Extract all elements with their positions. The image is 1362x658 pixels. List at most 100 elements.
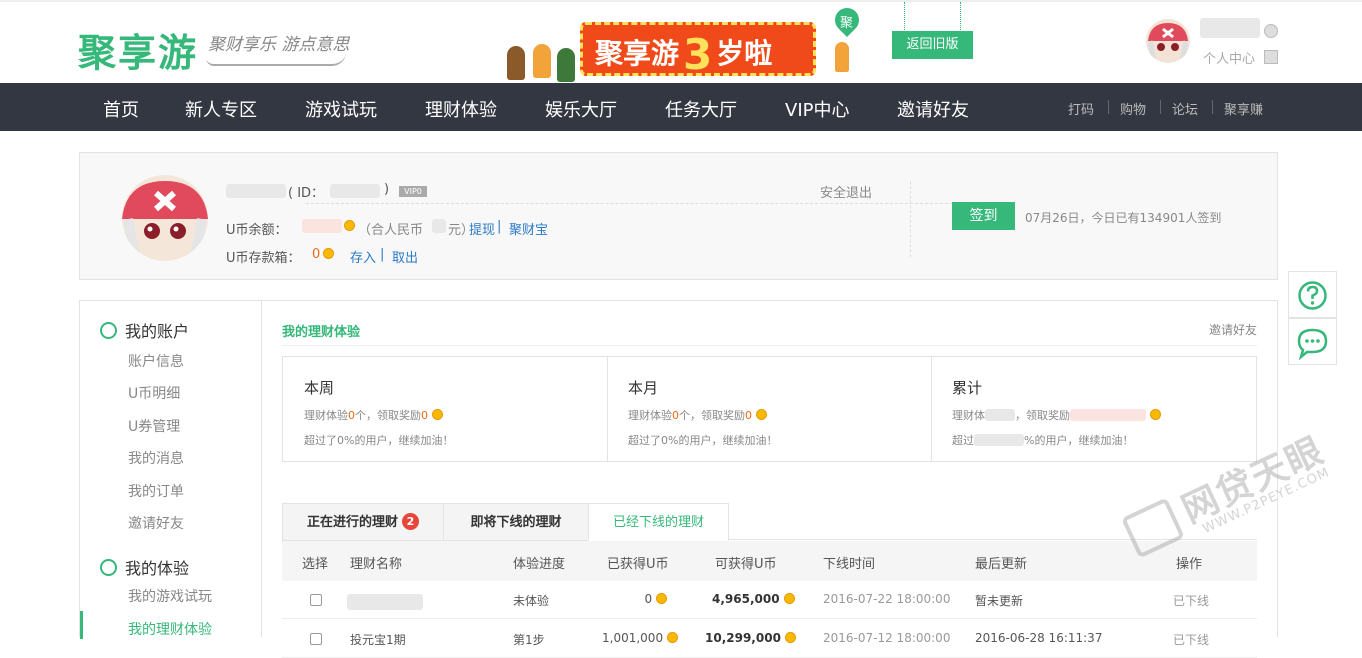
take-out-link[interactable]: 取出 bbox=[392, 247, 418, 266]
tab-ongoing[interactable]: 正在进行的理财 2 bbox=[282, 503, 444, 541]
banner-pin-label: 聚 bbox=[840, 16, 854, 31]
sidebar-item-finance-exp[interactable]: 我的理财体验 bbox=[128, 619, 212, 639]
balance-coin bbox=[344, 219, 355, 234]
stats-panel: 本周 理财体验0个，领取奖励0 超过了0%的用户，继续加油！ 本月 理财体验0个… bbox=[282, 356, 1257, 462]
ucoin-icon bbox=[323, 248, 334, 259]
nickname-masked bbox=[226, 184, 286, 198]
col-name: 理财名称 bbox=[350, 557, 403, 572]
row-earned: 1,001,000 bbox=[602, 631, 678, 645]
main-content: 我的理财体验 邀请好友 本周 理财体验0个，领取奖励0 超过了0%的用户，继续加… bbox=[262, 300, 1278, 658]
ucoin-icon bbox=[344, 220, 355, 231]
withdraw-link[interactable]: 提现 bbox=[469, 219, 495, 238]
site-logo[interactable]: 聚享游 bbox=[78, 22, 198, 77]
row-checkbox[interactable] bbox=[310, 594, 322, 606]
invite-link[interactable]: 邀请好友 bbox=[1209, 321, 1257, 338]
ucoin-icon bbox=[1149, 409, 1161, 420]
sidebar-item-orders[interactable]: 我的订单 bbox=[128, 481, 184, 501]
rmb-value-masked bbox=[432, 219, 446, 233]
row-name[interactable]: 投元宝1期 bbox=[350, 631, 406, 648]
profile-avatar[interactable] bbox=[122, 175, 208, 261]
stat-title: 累计 bbox=[952, 379, 983, 397]
chat-button[interactable] bbox=[1288, 318, 1337, 365]
table-header: 选择 理财名称 体验进度 已获得U币 可获得U币 下线时间 最后更新 操作 bbox=[282, 541, 1257, 581]
link-separator: | bbox=[380, 247, 385, 262]
stat-month: 本月 理财体验0个，领取奖励0 超过了0%的用户，继续加油！ bbox=[607, 357, 931, 461]
profile-vertical-divider bbox=[910, 181, 911, 257]
user-id-masked bbox=[330, 184, 380, 198]
user-center-link[interactable]: 个人中心 bbox=[1203, 48, 1255, 67]
sidebar-item-messages[interactable]: 我的消息 bbox=[128, 448, 184, 468]
user-id-label: ( ID： bbox=[288, 186, 325, 201]
col-available: 可获得U币 bbox=[715, 557, 777, 572]
box-coin bbox=[323, 247, 334, 262]
return-old-version-button[interactable]: 返回旧版 bbox=[892, 31, 973, 59]
sidebar-item-invite[interactable]: 邀请好友 bbox=[128, 513, 184, 533]
ucoin-icon bbox=[656, 593, 667, 604]
tab-upcoming-offline[interactable]: 即将下线的理财 bbox=[443, 503, 589, 541]
nav-jxz[interactable]: 聚享赚 bbox=[1224, 99, 1263, 118]
sidebar-item-game-trial[interactable]: 我的游戏试玩 bbox=[128, 586, 212, 606]
row-progress: 未体验 bbox=[513, 594, 550, 608]
nav-separator bbox=[1160, 100, 1161, 114]
banner-kid-figure bbox=[533, 44, 551, 78]
message-icon[interactable] bbox=[1264, 24, 1278, 38]
nav-shop[interactable]: 购物 bbox=[1120, 99, 1146, 118]
sidebar-head-account[interactable]: 我的账户 bbox=[100, 318, 189, 342]
nav-task-hall[interactable]: 任务大厅 bbox=[665, 96, 737, 122]
banner-text: 聚享游3 岁啦 bbox=[595, 30, 773, 79]
ucoin-icon bbox=[666, 632, 678, 643]
stat-line-2: 超过了0%的用户，继续加油！ bbox=[628, 434, 778, 447]
nav-captcha[interactable]: 打码 bbox=[1068, 99, 1094, 118]
ucoin-icon bbox=[783, 593, 795, 604]
ucoin-icon bbox=[755, 409, 767, 420]
sidebar-item-ucoin-detail[interactable]: U币明细 bbox=[128, 383, 180, 403]
sidebar-item-voucher[interactable]: U券管理 bbox=[128, 416, 180, 436]
box-label: U币存款箱： bbox=[226, 251, 301, 266]
box-value: 0 bbox=[312, 247, 321, 262]
nav-invite-friends[interactable]: 邀请好友 bbox=[897, 96, 969, 122]
signin-button[interactable]: 签到 bbox=[952, 202, 1015, 230]
nav-entertainment[interactable]: 娱乐大厅 bbox=[545, 96, 617, 122]
user-icon[interactable] bbox=[1264, 50, 1278, 64]
stat-line-2: 超过 %的用户，继续加油！ bbox=[952, 434, 1134, 447]
logout-link[interactable]: 安全退出 bbox=[820, 182, 872, 201]
table-row: 未体验 0 4,965,000 2016-07-22 18:00:00 暂未更新… bbox=[282, 581, 1257, 619]
chat-icon bbox=[1297, 328, 1328, 361]
col-select: 选择 bbox=[302, 557, 329, 572]
nav-vip-center[interactable]: VIP中心 bbox=[785, 96, 849, 122]
user-avatar[interactable] bbox=[1146, 19, 1190, 63]
col-updated: 最后更新 bbox=[975, 557, 1028, 572]
tab-offline[interactable]: 已经下线的理财 bbox=[588, 503, 729, 541]
stat-line-1: 理财体验0个，领取奖励0 bbox=[628, 407, 767, 423]
nav-separator bbox=[1108, 100, 1109, 114]
row-action: 已下线 bbox=[1173, 633, 1210, 647]
row-updated: 暂未更新 bbox=[975, 594, 1024, 608]
help-button[interactable] bbox=[1288, 271, 1337, 318]
row-available: 10,299,000 bbox=[705, 631, 797, 645]
account-sidebar: 我的账户 账户信息 U币明细 U券管理 我的消息 我的订单 邀请好友 我的体验 … bbox=[79, 300, 262, 639]
ucoin-icon bbox=[431, 409, 443, 420]
profile-card: ( ID： ) VIP0 安全退出 U币余额： （合人民币 元） 提现 | 聚财… bbox=[79, 152, 1278, 280]
sidebar-item-account-info[interactable]: 账户信息 bbox=[128, 351, 184, 371]
title-divider bbox=[282, 345, 1257, 346]
nav-home[interactable]: 首页 bbox=[103, 96, 139, 122]
nav-forum[interactable]: 论坛 bbox=[1172, 99, 1198, 118]
banner-kid-figure bbox=[835, 42, 849, 72]
row-checkbox[interactable] bbox=[310, 633, 322, 645]
user-circle-icon bbox=[100, 322, 117, 339]
main-nav: 首页 新人专区 游戏试玩 理财体验 娱乐大厅 任务大厅 VIP中心 邀请好友 打… bbox=[0, 83, 1362, 131]
finance-tabs: 正在进行的理财 2 即将下线的理财 已经下线的理财 bbox=[282, 503, 1257, 541]
sidebar-head-experience[interactable]: 我的体验 bbox=[100, 555, 189, 579]
username-masked bbox=[1200, 18, 1260, 38]
anniversary-banner[interactable]: 聚享游3 岁啦 聚 bbox=[505, 3, 865, 82]
nav-game-trial[interactable]: 游戏试玩 bbox=[305, 96, 377, 122]
nav-newbie[interactable]: 新人专区 bbox=[185, 96, 257, 122]
vip-badge: VIP0 bbox=[399, 186, 427, 197]
finance-table: 选择 理财名称 体验进度 已获得U币 可获得U币 下线时间 最后更新 操作 未体… bbox=[282, 541, 1257, 658]
stat-line-2: 超过了0%的用户，继续加油！ bbox=[304, 434, 454, 447]
nav-finance-experience[interactable]: 理财体验 bbox=[425, 96, 497, 122]
row-updated: 2016-06-28 16:11:37 bbox=[975, 631, 1103, 645]
deposit-link[interactable]: 存入 bbox=[350, 247, 376, 266]
jucaibao-link[interactable]: 聚财宝 bbox=[509, 219, 548, 238]
banner-kid-figure bbox=[557, 48, 575, 82]
